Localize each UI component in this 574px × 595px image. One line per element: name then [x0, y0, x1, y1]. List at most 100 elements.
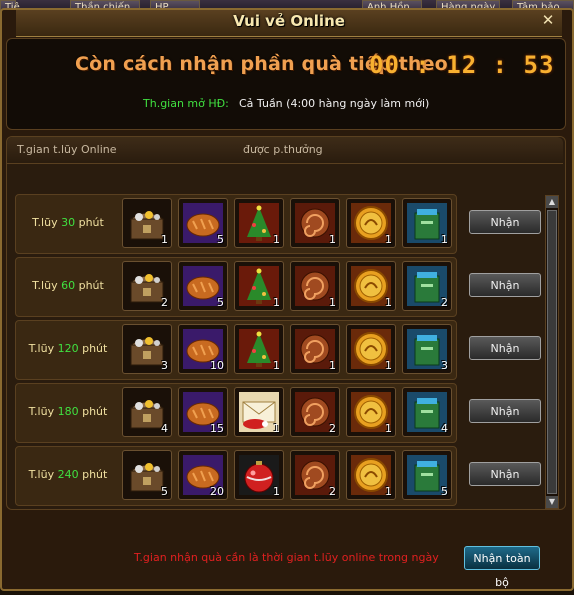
column-header-time: T.gian t.lũy Online [17, 143, 117, 156]
reward-item-slot[interactable]: 5 [122, 450, 172, 500]
item-quantity: 2 [161, 296, 168, 309]
row-time-label: T.lũy 180 phút [16, 384, 120, 440]
row-time-suffix: phút [78, 405, 108, 418]
row-time-suffix: phút [75, 216, 104, 229]
open-time-value: Cả Tuần (4:00 hàng ngày làm mới) [239, 97, 430, 110]
close-icon[interactable]: ✕ [540, 12, 556, 28]
reward-item-slot[interactable]: 2 [122, 261, 172, 311]
claim-button[interactable]: Nhận [469, 210, 541, 234]
item-quantity: 1 [329, 359, 336, 372]
item-quantity: 1 [273, 359, 280, 372]
reward-item-slot[interactable]: 1 [346, 387, 396, 437]
row-time-label: T.lũy 60 phút [16, 258, 120, 314]
claim-all-button[interactable]: Nhận toàn bộ [464, 546, 540, 589]
reward-item-slot[interactable]: 2 [290, 450, 340, 500]
row-time-label: T.lũy 120 phút [16, 321, 120, 377]
reward-item-slot[interactable]: 3 [402, 324, 452, 374]
row-time-minutes: 180 [57, 405, 79, 418]
reward-item-slot[interactable]: 15 [178, 387, 228, 437]
item-quantity: 1 [273, 233, 280, 246]
reward-item-slot[interactable]: 5 [178, 198, 228, 248]
reward-row: T.lũy 240 phút 5 20 1 2 1 5 [15, 446, 457, 506]
item-quantity: 1 [161, 233, 168, 246]
row-time-prefix: T.lũy [28, 342, 58, 355]
reward-row: T.lũy 120 phút 3 10 1 1 1 3 [15, 320, 457, 380]
reward-item-slot[interactable]: 4 [122, 387, 172, 437]
item-quantity: 4 [441, 422, 448, 435]
item-quantity: 1 [385, 359, 392, 372]
table-header: T.gian t.lũy Online được p.thưởng [7, 137, 563, 164]
row-time-prefix: T.lũy [28, 405, 58, 418]
item-quantity: 2 [329, 485, 336, 498]
claim-button[interactable]: Nhận [469, 399, 541, 423]
scroll-down-arrow-icon[interactable]: ▼ [546, 496, 558, 508]
item-quantity: 1 [329, 233, 336, 246]
claim-button[interactable]: Nhận [469, 462, 541, 486]
reward-row: T.lũy 60 phút 2 5 1 1 1 2 [15, 257, 457, 317]
item-quantity: 1 [441, 233, 448, 246]
reward-item-slot[interactable]: 1 [402, 198, 452, 248]
item-quantity: 2 [329, 422, 336, 435]
item-quantity: 1 [273, 485, 280, 498]
row-time-suffix: phút [75, 279, 104, 292]
reward-item-slot[interactable]: 1 [346, 450, 396, 500]
reward-item-slot[interactable]: 2 [402, 261, 452, 311]
item-quantity: 5 [161, 485, 168, 498]
scroll-up-arrow-icon[interactable]: ▲ [546, 196, 558, 208]
item-quantity: 4 [161, 422, 168, 435]
countdown-timer: 00 : 12 : 53 [369, 51, 555, 79]
item-quantity: 10 [210, 359, 224, 372]
reward-item-slot[interactable]: 20 [178, 450, 228, 500]
reward-item-slot[interactable]: 5 [178, 261, 228, 311]
item-quantity: 20 [210, 485, 224, 498]
row-time-minutes: 60 [61, 279, 76, 292]
reward-item-slot[interactable]: 1 [346, 261, 396, 311]
row-time-minutes: 120 [57, 342, 79, 355]
reward-item-slot[interactable]: 1 [346, 198, 396, 248]
row-time-prefix: T.lũy [28, 468, 58, 481]
item-quantity: 1 [385, 233, 392, 246]
reward-row: T.lũy 30 phút 1 5 1 1 1 1 [15, 194, 457, 254]
row-time-minutes: 30 [61, 216, 76, 229]
item-quantity: 3 [161, 359, 168, 372]
reward-item-slot[interactable]: 3 [122, 324, 172, 374]
reward-item-slot[interactable]: 1 [122, 198, 172, 248]
row-time-label: T.lũy 30 phút [16, 195, 120, 251]
reward-item-slot[interactable]: 1 [234, 324, 284, 374]
item-quantity: 2 [441, 296, 448, 309]
reward-item-slot[interactable]: 1 [234, 261, 284, 311]
reward-item-slot[interactable]: 1 [290, 261, 340, 311]
reward-item-slot[interactable]: 1 [234, 198, 284, 248]
item-quantity: 5 [217, 296, 224, 309]
reward-table: T.gian t.lũy Online được p.thưởng T.lũy … [6, 136, 566, 510]
item-quantity: 1 [329, 296, 336, 309]
row-time-prefix: T.lũy [32, 279, 62, 292]
reward-item-slot[interactable]: 1 [234, 387, 284, 437]
reward-item-slot[interactable]: 10 [178, 324, 228, 374]
row-time-minutes: 240 [57, 468, 79, 481]
window-title: Vui vẻ Online [233, 12, 345, 30]
reward-item-slot[interactable]: 4 [402, 387, 452, 437]
footer-note: T.gian nhận quà cần là thời gian t.lũy o… [134, 551, 439, 564]
reward-item-slot[interactable]: 5 [402, 450, 452, 500]
scrollbar[interactable]: ▲ ▼ [545, 195, 559, 509]
countdown-panel: Còn cách nhận phần quà tiếp theo 00 : 12… [6, 38, 566, 130]
claim-button[interactable]: Nhận [469, 336, 541, 360]
reward-item-slot[interactable]: 2 [290, 387, 340, 437]
reward-item-slot[interactable]: 1 [346, 324, 396, 374]
item-quantity: 1 [385, 296, 392, 309]
item-quantity: 1 [273, 296, 280, 309]
item-quantity: 15 [210, 422, 224, 435]
reward-row: T.lũy 180 phút 4 15 1 2 1 4 [15, 383, 457, 443]
claim-button[interactable]: Nhận [469, 273, 541, 297]
row-time-suffix: phút [78, 342, 108, 355]
row-time-label: T.lũy 240 phút [16, 447, 120, 503]
item-quantity: 5 [441, 485, 448, 498]
open-time-label: Th.gian mở HĐ: [143, 97, 229, 110]
scroll-thumb[interactable] [547, 210, 557, 494]
reward-item-slot[interactable]: 1 [234, 450, 284, 500]
reward-item-slot[interactable]: 1 [290, 324, 340, 374]
reward-item-slot[interactable]: 1 [290, 198, 340, 248]
title-bar[interactable]: Vui vẻ Online ✕ [16, 10, 562, 37]
item-quantity: 1 [385, 422, 392, 435]
